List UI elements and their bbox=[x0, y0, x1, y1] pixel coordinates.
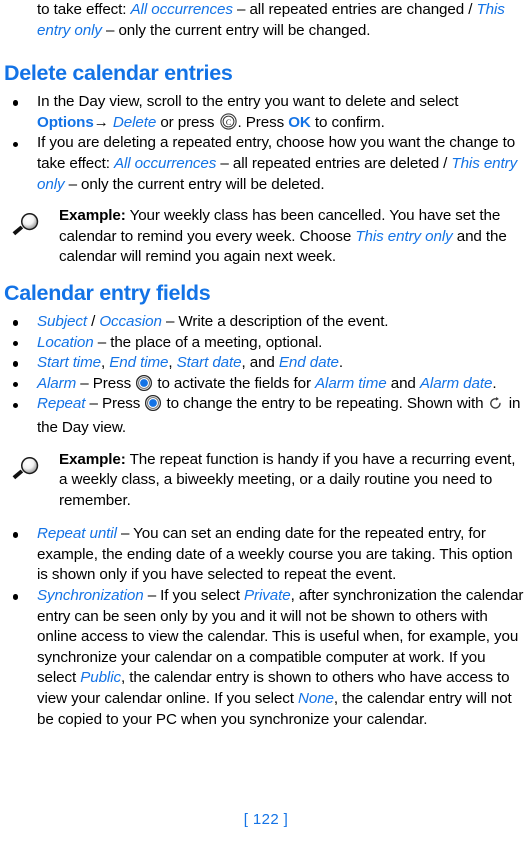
text-fragment: to change the entry to be repeating. Sho… bbox=[162, 395, 488, 413]
field-location: Location bbox=[37, 333, 94, 351]
emphasis-this-entry-only: This entry only bbox=[355, 227, 453, 245]
list-item: Location – the place of a meeting, optio… bbox=[4, 333, 527, 354]
text-fragment: – Write a description of the event. bbox=[161, 312, 389, 330]
emphasis-delete: Delete bbox=[112, 113, 157, 131]
list-item: Synchronization – If you select Private,… bbox=[4, 586, 527, 730]
field-start-time: Start time bbox=[37, 354, 101, 372]
text-fragment: to take effect: bbox=[37, 1, 131, 18]
list-item: Start time, End time, Start date, and En… bbox=[4, 353, 527, 374]
emphasis-all-occurrences: All occurrences bbox=[113, 154, 217, 172]
text-fragment: and bbox=[386, 374, 420, 392]
bullet-dot-icon bbox=[13, 381, 19, 388]
list-item: Repeat – Press to change the entry to be… bbox=[4, 394, 527, 438]
text-fragment: , bbox=[168, 354, 177, 372]
text-fragment: The repeat function is handy if you have… bbox=[59, 450, 516, 509]
bullet-dot-icon bbox=[13, 141, 19, 147]
calendar-entry-fields-list-continued: Repeat until – You can set an ending dat… bbox=[4, 524, 527, 730]
bullet-dot-icon bbox=[13, 402, 19, 408]
page-content: to take effect: All occurrences – all re… bbox=[0, 0, 532, 842]
option-none: None bbox=[297, 690, 334, 708]
text-fragment: . bbox=[492, 374, 497, 392]
field-repeat-until: Repeat until bbox=[37, 525, 117, 543]
text-fragment: – Press bbox=[85, 395, 145, 413]
list-item: In the Day view, scroll to the entry you… bbox=[4, 92, 527, 133]
text-fragment: – the place of a meeting, optional. bbox=[93, 333, 323, 351]
magnifier-icon bbox=[10, 454, 46, 482]
text-fragment: In the Day view, scroll to the entry you… bbox=[37, 93, 459, 111]
text-fragment: – all repeated entries are deleted / bbox=[216, 154, 452, 172]
text-fragment: / bbox=[86, 312, 100, 330]
field-alarm: Alarm bbox=[37, 374, 77, 392]
continuation-paragraph: to take effect: All occurrences – all re… bbox=[4, 0, 527, 41]
emphasis-all-occurrences: All occurrences bbox=[130, 1, 233, 18]
text-fragment: . Press bbox=[237, 113, 289, 131]
example-note-repeat-function: Example: The repeat function is handy if… bbox=[4, 450, 527, 512]
field-subject: Subject bbox=[37, 312, 87, 330]
list-item: Subject / Occasion – Write a description… bbox=[4, 312, 527, 333]
section-heading-delete-calendar-entries: Delete calendar entries bbox=[4, 61, 233, 86]
option-private: Private bbox=[244, 587, 291, 605]
bullet-dot-icon bbox=[13, 594, 19, 600]
field-repeat: Repeat bbox=[37, 395, 86, 413]
field-synchronization: Synchronization bbox=[37, 587, 144, 605]
options-label: Options bbox=[37, 113, 94, 131]
list-item: If you are deleting a repeated entry, ch… bbox=[4, 133, 527, 195]
example-note-cancelled-class: Example: Your weekly class has been canc… bbox=[4, 206, 527, 268]
text-fragment: – Press bbox=[76, 374, 136, 392]
field-occasion: Occasion bbox=[99, 312, 162, 330]
bullet-dot-icon bbox=[13, 361, 19, 367]
example-label: Example: bbox=[59, 450, 126, 468]
clear-key-icon: C bbox=[219, 113, 237, 130]
text-fragment: – only the current entry will be deleted… bbox=[64, 175, 325, 193]
bullet-dot-icon bbox=[13, 532, 19, 538]
arrow-glyph: → bbox=[93, 113, 109, 131]
field-end-date: End date bbox=[278, 354, 339, 372]
magnifier-icon bbox=[10, 210, 46, 238]
page-number: [ 122 ] bbox=[243, 811, 289, 828]
text-fragment: . bbox=[338, 354, 344, 372]
scroll-key-icon bbox=[136, 374, 153, 391]
example-label: Example: bbox=[59, 207, 126, 225]
bullet-dot-icon bbox=[13, 320, 19, 326]
field-start-date: Start date bbox=[176, 354, 242, 372]
field-alarm-date: Alarm date bbox=[419, 374, 493, 392]
text-fragment: , and bbox=[241, 354, 279, 372]
text-fragment: – If you select bbox=[143, 587, 245, 605]
repeat-arrow-icon bbox=[488, 396, 503, 418]
example-note-body: Example: The repeat function is handy if… bbox=[4, 450, 527, 512]
list-item: Alarm – Press to activate the fields for… bbox=[4, 374, 527, 395]
option-public: Public bbox=[80, 669, 121, 687]
bullet-dot-icon bbox=[13, 340, 19, 347]
field-alarm-time: Alarm time bbox=[315, 374, 387, 392]
list-item: Repeat until – You can set an ending dat… bbox=[4, 524, 527, 586]
delete-calendar-entries-list: In the Day view, scroll to the entry you… bbox=[4, 92, 527, 195]
text-fragment: or press bbox=[156, 113, 219, 131]
example-note-body: Example: Your weekly class has been canc… bbox=[4, 206, 527, 268]
ok-label: OK bbox=[288, 113, 311, 131]
section-heading-calendar-entry-fields: Calendar entry fields bbox=[4, 280, 211, 305]
calendar-entry-fields-list: Subject / Occasion – Write a description… bbox=[4, 312, 527, 439]
text-fragment: to confirm. bbox=[310, 113, 385, 131]
svg-text:C: C bbox=[225, 118, 230, 127]
text-fragment: – only the current entry will be changed… bbox=[101, 21, 371, 39]
field-end-time: End time bbox=[109, 354, 169, 372]
bullet-dot-icon bbox=[13, 100, 19, 106]
text-fragment: , bbox=[101, 354, 110, 372]
text-fragment: to activate the fields for bbox=[153, 374, 316, 392]
text-fragment: – all repeated entries are changed / bbox=[232, 1, 477, 18]
scroll-key-icon bbox=[145, 395, 162, 412]
